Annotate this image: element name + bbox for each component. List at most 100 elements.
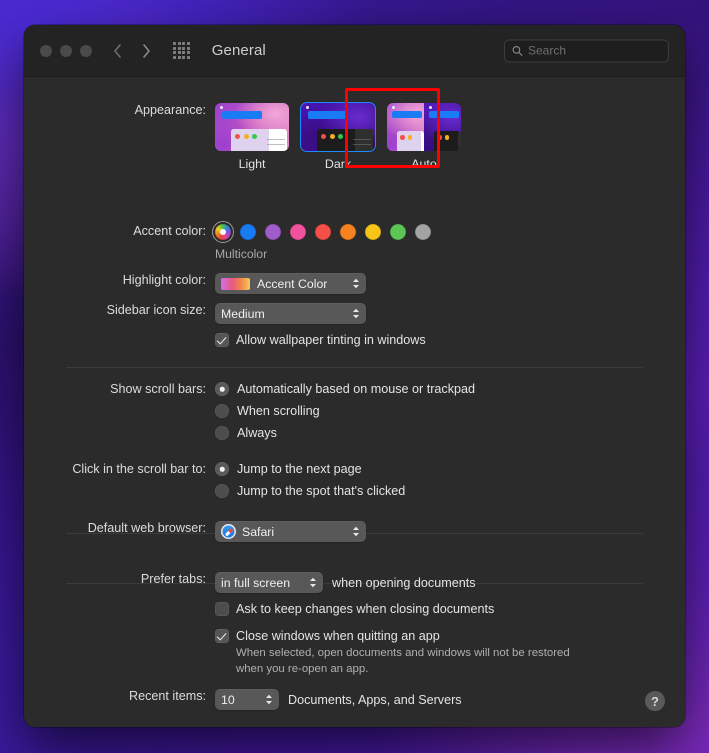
appearance-label-auto: Auto — [411, 157, 437, 171]
scroll-bars-option-automatic[interactable]: Automatically based on mouse or trackpad — [215, 382, 475, 396]
dark-preview-thumbnail[interactable] — [300, 102, 376, 152]
close-windows-checkbox[interactable] — [215, 629, 229, 643]
accent-swatch-blue[interactable] — [240, 224, 256, 240]
wallpaper-tinting-row: Allow wallpaper tinting in windows — [40, 333, 426, 347]
prefer-tabs-row: Prefer tabs: in full screen when opening… — [40, 572, 476, 593]
sidebar-icon-size-row: Sidebar icon size: Medium — [40, 303, 366, 324]
radio-automatic[interactable] — [215, 382, 229, 396]
ask-keep-changes-row: Ask to keep changes when closing documen… — [40, 602, 494, 616]
radio-label-spot-clicked: Jump to the spot that's clicked — [237, 484, 406, 498]
accent-color-label: Accent color: — [133, 224, 206, 238]
chevron-updown-icon — [342, 278, 360, 289]
wallpaper-tinting-label: Allow wallpaper tinting in windows — [236, 333, 426, 347]
appearance-option-light[interactable]: Light — [215, 103, 289, 171]
search-field[interactable] — [504, 39, 669, 62]
show-scroll-bars-label: Show scroll bars: — [110, 382, 206, 396]
appearance-options: Light Dark Auto — [215, 102, 461, 171]
recent-items-suffix: Documents, Apps, and Servers — [288, 692, 462, 707]
accent-swatch-purple[interactable] — [265, 224, 281, 240]
highlight-color-value: Accent Color — [257, 276, 328, 291]
radio-label-always: Always — [237, 426, 277, 440]
recent-items-stepper[interactable]: 10 — [215, 689, 279, 710]
recent-items-row: Recent items: 10 Documents, Apps, and Se… — [40, 689, 462, 710]
prefer-tabs-value: in full screen — [221, 575, 291, 590]
appearance-label-dark: Dark — [324, 157, 352, 171]
ask-keep-changes-label: Ask to keep changes when closing documen… — [236, 602, 495, 616]
prefer-tabs-dropdown[interactable]: in full screen — [215, 572, 323, 593]
ask-keep-changes-checkbox[interactable] — [215, 602, 229, 616]
close-windows-label: Close windows when quitting an app — [236, 629, 440, 643]
radio-label-automatic: Automatically based on mouse or trackpad — [237, 382, 476, 396]
appearance-label: Appearance: — [134, 103, 206, 117]
navigation-arrows — [111, 41, 153, 61]
radio-when-scrolling[interactable] — [215, 404, 229, 418]
highlight-color-label: Highlight color: — [122, 273, 206, 287]
show-all-grid-icon[interactable] — [173, 42, 190, 59]
appearance-row: Appearance: Light Dark Auto — [40, 102, 461, 171]
appearance-option-auto[interactable]: Auto — [387, 103, 461, 171]
accent-color-swatches — [212, 221, 431, 243]
radio-next-page[interactable] — [215, 462, 229, 476]
close-windows-row: Close windows when quitting an app When … — [40, 629, 596, 677]
scroll-bars-option-when-scrolling[interactable]: When scrolling — [215, 404, 475, 418]
accent-swatch-red[interactable] — [315, 224, 331, 240]
chevron-updown-icon — [342, 308, 360, 319]
chevron-updown-icon — [255, 694, 273, 705]
minimize-button[interactable] — [60, 44, 72, 57]
accent-swatch-graphite[interactable] — [415, 224, 431, 240]
system-preferences-window: General Appearance: — [24, 25, 685, 727]
radio-spot-clicked[interactable] — [215, 484, 229, 498]
accent-swatch-green[interactable] — [390, 224, 406, 240]
recent-items-label: Recent items: — [129, 689, 206, 703]
default-web-browser-value: Safari — [242, 524, 275, 539]
page-title: General — [211, 42, 266, 59]
safari-icon — [221, 524, 236, 539]
close-windows-description: When selected, open documents and window… — [236, 647, 570, 675]
wallpaper-tinting-checkbox[interactable] — [215, 333, 229, 347]
accent-color-row: Accent color: Multicolor — [40, 221, 431, 261]
help-button[interactable]: ? — [645, 691, 665, 711]
radio-label-when-scrolling: When scrolling — [237, 404, 320, 418]
click-scroll-bar-row: Click in the scroll bar to: Jump to the … — [40, 462, 405, 506]
radio-always[interactable] — [215, 426, 229, 440]
accent-swatch-pink[interactable] — [290, 224, 306, 240]
default-web-browser-label: Default web browser: — [87, 521, 206, 535]
accent-color-selected-label: Multicolor — [215, 247, 268, 261]
back-button[interactable] — [111, 41, 124, 61]
highlight-color-dropdown[interactable]: Accent Color — [215, 273, 366, 294]
recent-items-value: 10 — [221, 692, 235, 707]
radio-label-next-page: Jump to the next page — [237, 462, 362, 476]
default-web-browser-dropdown[interactable]: Safari — [215, 521, 366, 542]
show-scroll-bars-row: Show scroll bars: Automatically based on… — [40, 382, 475, 448]
traffic-lights — [40, 44, 92, 57]
ask-keep-changes-checkbox-row[interactable]: Ask to keep changes when closing documen… — [215, 602, 494, 616]
chevron-updown-icon — [342, 526, 360, 537]
accent-swatch-yellow[interactable] — [365, 224, 381, 240]
sidebar-icon-size-label: Sidebar icon size: — [106, 303, 206, 317]
sidebar-icon-size-dropdown[interactable]: Medium — [215, 303, 366, 324]
prefer-tabs-suffix: when opening documents — [332, 575, 476, 590]
appearance-label-light: Light — [238, 157, 266, 171]
close-button[interactable] — [40, 44, 52, 57]
sidebar-icon-size-value: Medium — [221, 306, 265, 321]
highlight-color-swatch — [221, 277, 250, 290]
window-titlebar: General — [24, 25, 685, 77]
wallpaper-tinting-checkbox-row[interactable]: Allow wallpaper tinting in windows — [215, 333, 426, 347]
highlight-color-row: Highlight color: Accent Color — [40, 273, 366, 295]
forward-button[interactable] — [140, 41, 153, 61]
accent-swatch-orange[interactable] — [340, 224, 356, 240]
default-web-browser-row: Default web browser: Safari — [40, 521, 366, 544]
scroll-bars-option-always[interactable]: Always — [215, 426, 475, 440]
preferences-content: Appearance: Light Dark Auto Accent color… — [24, 77, 685, 727]
separator-1 — [66, 367, 643, 368]
zoom-button[interactable] — [80, 44, 92, 57]
close-windows-checkbox-row[interactable]: Close windows when quitting an app — [215, 629, 596, 643]
auto-preview-thumbnail[interactable] — [387, 103, 461, 151]
light-preview-thumbnail[interactable] — [215, 103, 289, 151]
accent-swatch-multicolor[interactable] — [212, 221, 234, 243]
appearance-option-dark[interactable]: Dark — [300, 102, 376, 171]
search-input[interactable] — [528, 43, 661, 58]
click-option-spot-clicked[interactable]: Jump to the spot that's clicked — [215, 484, 405, 498]
search-icon — [512, 45, 523, 56]
click-option-next-page[interactable]: Jump to the next page — [215, 462, 405, 476]
